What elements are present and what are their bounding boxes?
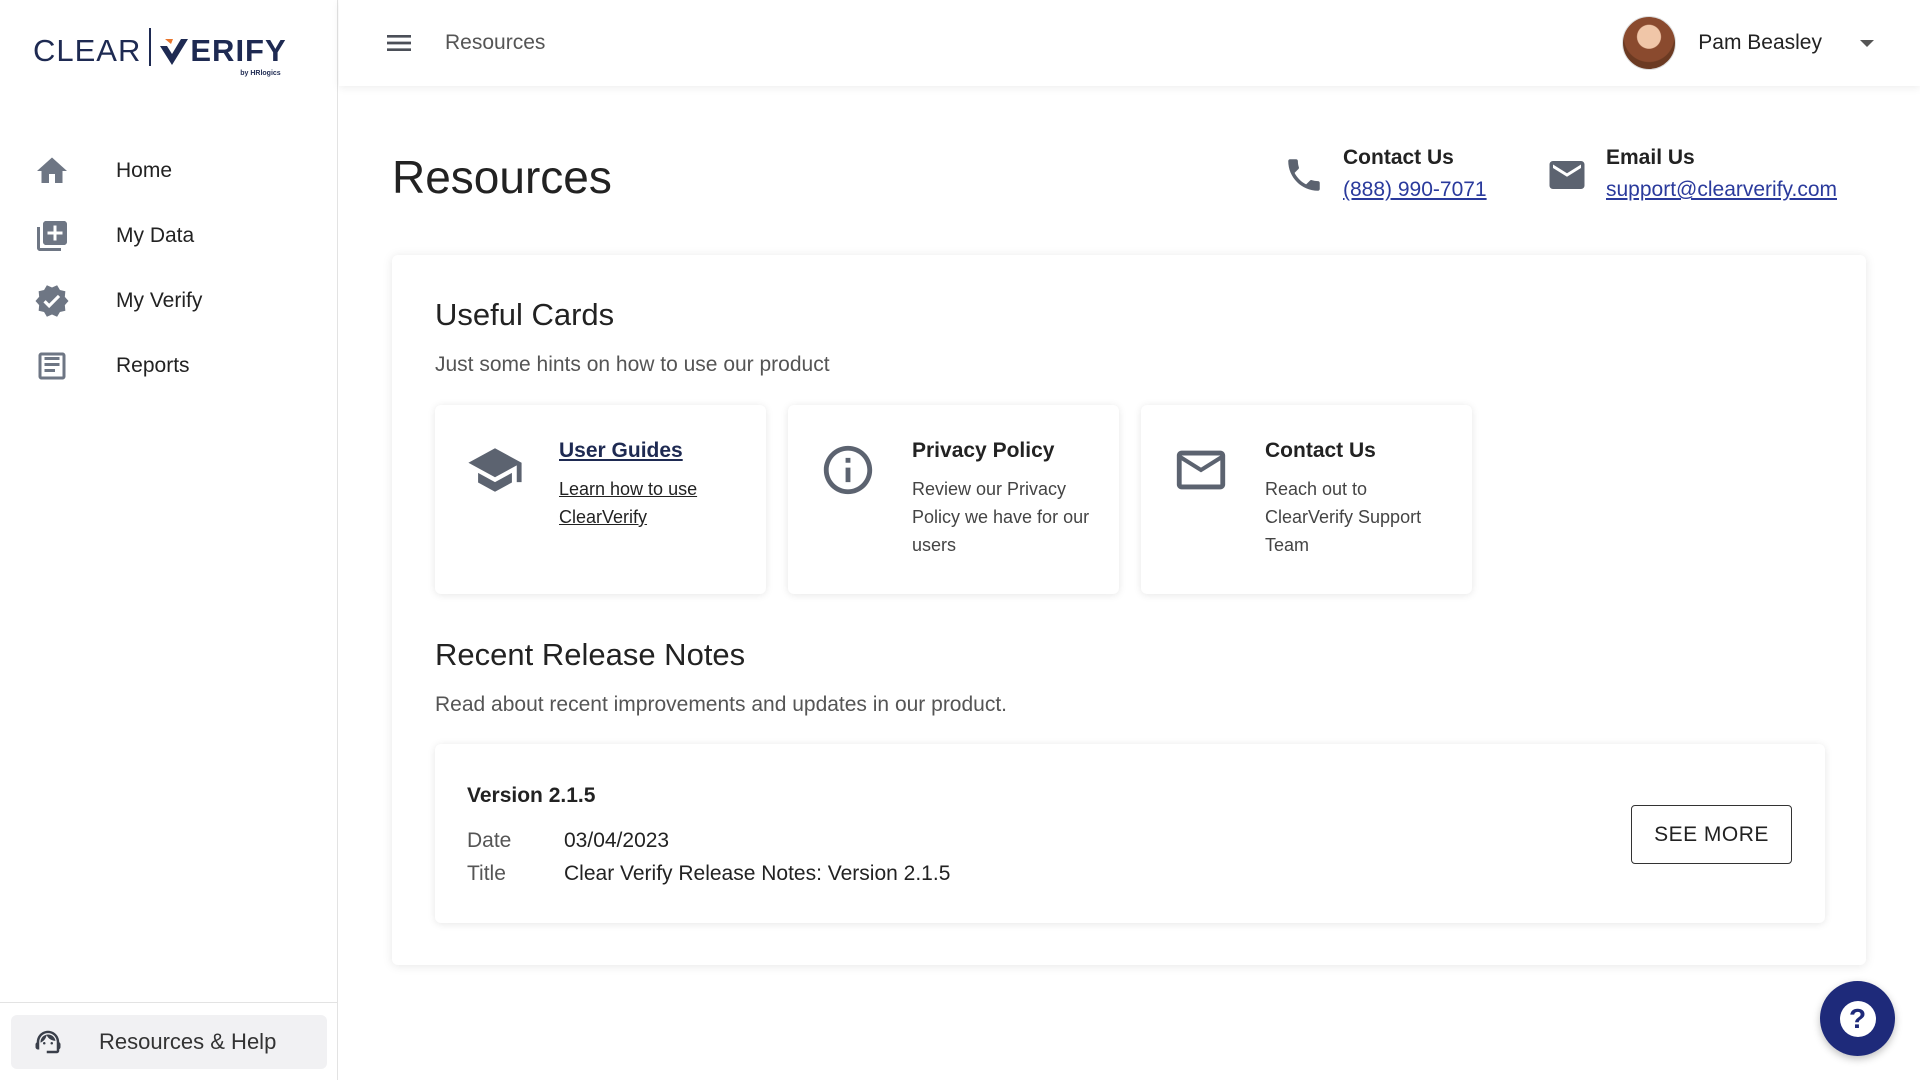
contact-us-block: Contact Us (888) 990-7071 [1283,146,1487,202]
avatar [1622,16,1677,70]
sidebar-item-my-verify[interactable]: My Verify [0,268,338,333]
sidebar-item-label: My Data [116,223,195,247]
sidebar-item-label: Reports [116,353,190,377]
email-us-title: Email Us [1606,146,1695,169]
data-icon [34,218,70,254]
chevron-down-icon[interactable] [1860,39,1874,47]
logo-byline: by HRlogics [240,70,281,77]
user-name: Pam Beasley [1698,31,1822,54]
logo-checkmark-icon [160,39,189,65]
user-guides-card[interactable]: User Guides Learn how to use ClearVerify [435,405,766,594]
sidebar-item-home[interactable]: Home [0,138,338,203]
mail-outline-icon [1172,441,1230,499]
release-notes-title: Recent Release Notes [435,637,746,672]
sidebar-item-label: My Verify [116,288,203,312]
resources-panel: Useful Cards Just some hints on how to u… [392,255,1866,965]
user-guides-link[interactable]: User Guides [559,439,749,463]
release-version: Version 2.1.5 [467,784,596,807]
info-icon [819,441,877,499]
sidebar-item-my-data[interactable]: My Data [0,203,338,268]
useful-cards-title: Useful Cards [435,297,615,332]
help-fab-button[interactable]: ? [1820,981,1895,1056]
report-icon [34,348,70,384]
see-more-button[interactable]: SEE MORE [1631,805,1792,864]
resources-help-button[interactable]: Resources & Help [11,1015,327,1069]
release-title-value: Clear Verify Release Notes: Version 2.1.… [564,862,951,885]
logo-clear-text: CLEAR [33,33,142,68]
user-guides-description-link[interactable]: Learn how to use ClearVerify [559,475,749,531]
top-bar: Resources Pam Beasley [339,0,1920,86]
privacy-policy-text: Review our Privacy Policy we have for ou… [912,479,1090,555]
resources-help-label: Resources & Help [99,1029,277,1054]
logo-verify-rest: ERIFY [190,33,287,68]
sidebar-nav: Home My Data My Verify Reports [0,138,338,398]
contact-us-card[interactable]: Contact Us Reach out to ClearVerify Supp… [1141,405,1472,594]
contact-card-text: Reach out to ClearVerify Support Team [1265,479,1422,555]
useful-cards-subtitle: Just some hints on how to use our produc… [435,353,830,376]
question-mark-icon: ? [1839,1000,1876,1037]
graduation-cap-icon [466,441,524,499]
clearverify-logo[interactable]: CLEAR ERIFY by HRlogics [33,28,287,77]
page-title: Resources [392,151,612,203]
logo-verify-text: ERIFY by HRlogics [159,33,287,77]
hamburger-menu-icon [387,35,411,51]
home-icon [34,153,70,189]
release-title-row: Title Clear Verify Release Notes: Versio… [467,862,950,886]
sidebar-item-reports[interactable]: Reports [0,333,338,398]
privacy-policy-card[interactable]: Privacy Policy Review our Privacy Policy… [788,405,1119,594]
verified-badge-icon [34,283,70,319]
email-link[interactable]: support@clearverify.com [1606,178,1837,202]
privacy-policy-title: Privacy Policy [912,439,1055,462]
sidebar-item-label: Home [116,158,173,182]
contact-card-title: Contact Us [1265,439,1376,462]
breadcrumb: Resources [445,31,546,54]
contact-us-title: Contact Us [1343,146,1454,169]
useful-cards-list: User Guides Learn how to use ClearVerify… [435,405,1472,594]
release-title-label: Title [467,862,506,885]
phone-link[interactable]: (888) 990-7071 [1343,178,1487,202]
support-agent-icon [35,1030,61,1054]
release-notes-subtitle: Read about recent improvements and updat… [435,693,1008,716]
release-date-label: Date [467,829,512,852]
menu-toggle-button[interactable] [383,27,415,59]
logo-divider [149,28,152,66]
phone-icon [1288,159,1320,191]
release-date-row: Date 03/04/2023 [467,829,669,853]
sidebar: CLEAR ERIFY by HRlogics Home My Data My … [0,0,338,1080]
mail-icon [1549,161,1585,189]
user-menu[interactable]: Pam Beasley [1622,16,1874,70]
sidebar-footer: Resources & Help [0,1002,338,1080]
release-note-card: Version 2.1.5 Date 03/04/2023 Title Clea… [435,744,1825,923]
release-date-value: 03/04/2023 [564,829,670,852]
email-us-block: Email Us support@clearverify.com [1546,146,1837,202]
